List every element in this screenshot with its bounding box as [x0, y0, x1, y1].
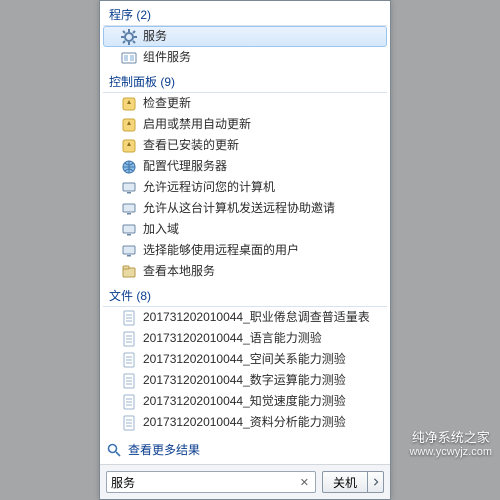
search-box[interactable]: ✕	[106, 471, 316, 493]
result-label: 201731202010044_知觉速度能力测验	[143, 393, 346, 410]
result-label: 加入域	[143, 221, 179, 238]
result-label: 启用或禁用自动更新	[143, 116, 251, 133]
doc-icon	[121, 352, 137, 368]
result-item[interactable]: 加入域	[103, 219, 387, 240]
result-label: 允许从这台计算机发送远程协助邀请	[143, 200, 335, 217]
result-item[interactable]: 查看本地服务	[103, 261, 387, 282]
result-item-component-services[interactable]: 组件服务	[103, 47, 387, 68]
result-label: 允许远程访问您的计算机	[143, 179, 275, 196]
result-label: 查看已安装的更新	[143, 137, 239, 154]
result-item[interactable]: 允许从这台计算机发送远程协助邀请	[103, 198, 387, 219]
result-label: 组件服务	[143, 49, 191, 66]
result-item[interactable]: 允许远程访问您的计算机	[103, 177, 387, 198]
watermark-url: www.ycwyjz.com	[409, 446, 492, 458]
result-item[interactable]: 201731202010044_空间关系能力测验	[103, 349, 387, 370]
result-item[interactable]: 201731202010044_数字运算能力测验	[103, 370, 387, 391]
watermark: 纯净系统之家 www.ycwyjz.com	[409, 427, 492, 458]
result-label: 201731202010044_数字运算能力测验	[143, 372, 346, 389]
system-icon	[121, 243, 137, 259]
result-item[interactable]: 配置代理服务器	[103, 156, 387, 177]
clear-icon[interactable]: ✕	[298, 476, 311, 489]
start-menu-bottom: ✕ 关机	[100, 464, 390, 499]
see-more-results[interactable]: 查看更多结果	[100, 435, 390, 464]
update-icon	[121, 138, 137, 154]
shutdown-options-button[interactable]	[368, 471, 384, 493]
result-label: 选择能够使用远程桌面的用户	[143, 242, 299, 259]
group-header-programs: 程序 (2)	[103, 2, 387, 26]
system-icon	[121, 201, 137, 217]
result-item[interactable]: 查看已安装的更新	[103, 135, 387, 156]
shutdown-button[interactable]: 关机	[322, 471, 368, 493]
doc-icon	[121, 331, 137, 347]
result-item[interactable]: 选择能够使用远程桌面的用户	[103, 240, 387, 261]
group-header-files: 文件 (8)	[103, 283, 387, 307]
doc-icon	[121, 394, 137, 410]
result-label: 201731202010044_资料分析能力测验	[143, 414, 346, 431]
result-label: 201731202010044_职业倦怠调查普适量表	[143, 309, 370, 326]
system-icon	[121, 180, 137, 196]
search-results: 程序 (2) 服务 组件服务 控制面板 (9) 检查更新	[100, 1, 390, 435]
result-item[interactable]: 启用或禁用自动更新	[103, 114, 387, 135]
update-icon	[121, 117, 137, 133]
result-label: 201731202010044_空间关系能力测验	[143, 351, 346, 368]
doc-icon	[121, 373, 137, 389]
update-icon	[121, 96, 137, 112]
group-list-control-panel: 检查更新 启用或禁用自动更新 查看已安装的更新 配置代理服务器 允许远程访问您的…	[103, 93, 387, 282]
result-label: 201731202010044_语言能力测验	[143, 330, 322, 347]
result-label: 服务	[143, 28, 167, 45]
doc-icon	[121, 415, 137, 431]
start-menu: 程序 (2) 服务 组件服务 控制面板 (9) 检查更新	[99, 0, 391, 500]
shutdown-split-button: 关机	[322, 471, 384, 493]
see-more-results-label: 查看更多结果	[128, 441, 200, 458]
doc-icon	[121, 310, 137, 326]
watermark-title: 纯净系统之家	[409, 427, 492, 446]
result-label: 配置代理服务器	[143, 158, 227, 175]
component-icon	[121, 50, 137, 66]
result-item[interactable]: 201731202010044_知觉速度能力测验	[103, 391, 387, 412]
search-icon	[106, 442, 122, 458]
result-item[interactable]: 检查更新	[103, 93, 387, 114]
result-item[interactable]: 201731202010044_资料分析能力测验	[103, 412, 387, 433]
chevron-right-icon	[372, 478, 380, 486]
admintools-icon	[121, 264, 137, 280]
result-item[interactable]: 201731202010044_职业倦怠调查普适量表	[103, 307, 387, 328]
result-item-services[interactable]: 服务	[103, 26, 387, 47]
globe-icon	[121, 159, 137, 175]
result-label: 检查更新	[143, 95, 191, 112]
search-input[interactable]	[111, 475, 298, 489]
result-item[interactable]: 201731202010044_语言能力测验	[103, 328, 387, 349]
result-label: 查看本地服务	[143, 263, 215, 280]
system-icon	[121, 222, 137, 238]
group-header-control-panel: 控制面板 (9)	[103, 69, 387, 93]
group-list-programs: 服务 组件服务	[103, 26, 387, 68]
gear-icon	[121, 29, 137, 45]
group-list-files: 201731202010044_职业倦怠调查普适量表 2017312020100…	[103, 307, 387, 435]
